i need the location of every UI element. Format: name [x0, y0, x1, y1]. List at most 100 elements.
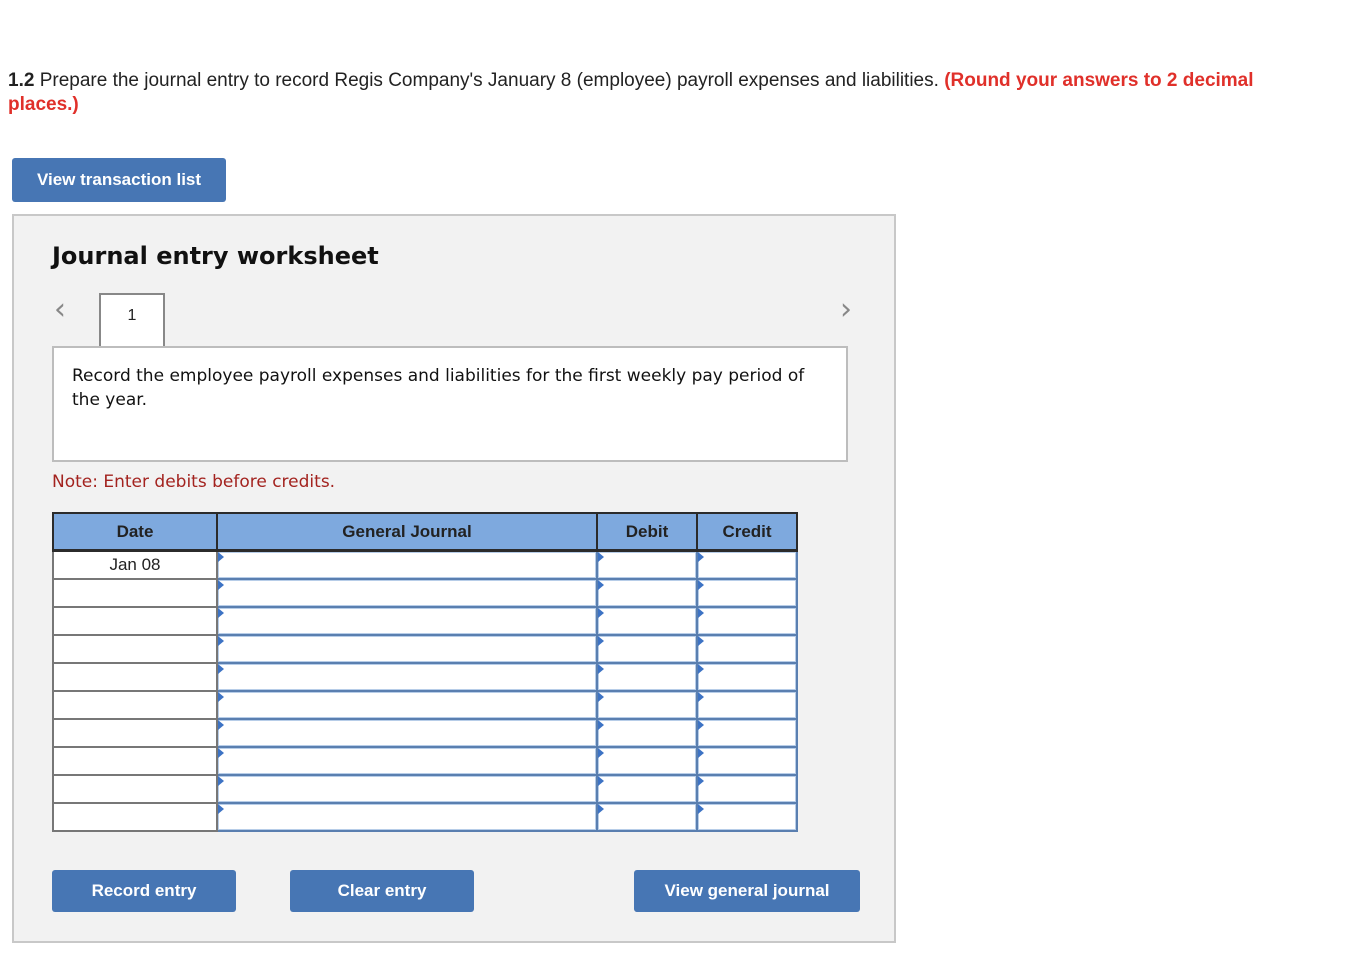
debit-input[interactable]	[598, 776, 696, 802]
table-row	[52, 662, 798, 692]
debit-input[interactable]	[598, 692, 696, 718]
credit-input[interactable]	[698, 664, 796, 690]
debit-input[interactable]	[598, 664, 696, 690]
credit-input[interactable]	[698, 804, 796, 830]
date-cell	[52, 634, 218, 664]
debit-input[interactable]	[598, 804, 696, 830]
credit-input[interactable]	[698, 636, 796, 662]
credit-input[interactable]	[698, 692, 796, 718]
chevron-right-icon[interactable]: ›	[840, 292, 852, 327]
date-cell	[52, 718, 218, 748]
account-cell	[216, 578, 598, 608]
tab-entry-1[interactable]: 1	[99, 293, 165, 348]
credit-cell	[696, 690, 798, 720]
credit-cell	[696, 578, 798, 608]
general-journal-table: Date General Journal Debit Credit Jan 08	[52, 512, 798, 832]
date-cell	[52, 578, 218, 608]
credit-input[interactable]	[698, 748, 796, 774]
debit-cell	[596, 746, 698, 776]
debit-input[interactable]	[598, 748, 696, 774]
table-row	[52, 746, 798, 776]
account-input[interactable]	[218, 608, 596, 634]
account-input[interactable]	[218, 552, 596, 578]
clear-entry-button[interactable]: Clear entry	[290, 870, 474, 912]
header-debit: Debit	[596, 512, 698, 552]
journal-entry-worksheet-panel: Journal entry worksheet ‹ 1 › Record the…	[12, 214, 896, 943]
table-row	[52, 606, 798, 636]
table-header-row: Date General Journal Debit Credit	[52, 512, 798, 552]
worksheet-title: Journal entry worksheet	[52, 242, 379, 270]
credit-input[interactable]	[698, 720, 796, 746]
debit-cell	[596, 718, 698, 748]
debit-cell	[596, 690, 698, 720]
entry-description: Record the employee payroll expenses and…	[52, 346, 848, 462]
table-row: Jan 08	[52, 549, 798, 580]
question-text: 1.2 Prepare the journal entry to record …	[8, 69, 1258, 117]
credit-cell	[696, 718, 798, 748]
debit-cell	[596, 662, 698, 692]
debit-input[interactable]	[598, 608, 696, 634]
debit-cell	[596, 774, 698, 804]
credit-input[interactable]	[698, 776, 796, 802]
date-cell	[52, 662, 218, 692]
account-input[interactable]	[218, 692, 596, 718]
credit-input[interactable]	[698, 580, 796, 606]
account-input[interactable]	[218, 804, 596, 830]
account-cell	[216, 662, 598, 692]
header-date: Date	[52, 512, 218, 552]
account-cell	[216, 774, 598, 804]
debit-input[interactable]	[598, 552, 696, 578]
debit-input[interactable]	[598, 636, 696, 662]
date-cell	[52, 802, 218, 832]
account-input[interactable]	[218, 720, 596, 746]
credit-cell	[696, 774, 798, 804]
header-general-journal: General Journal	[216, 512, 598, 552]
date-cell: Jan 08	[52, 549, 218, 580]
view-transaction-list-button[interactable]: View transaction list	[12, 158, 226, 202]
debit-cell	[596, 634, 698, 664]
table-row	[52, 802, 798, 832]
account-input[interactable]	[218, 776, 596, 802]
credit-cell	[696, 606, 798, 636]
credit-input[interactable]	[698, 608, 796, 634]
credit-cell	[696, 746, 798, 776]
debit-cell	[596, 578, 698, 608]
account-input[interactable]	[218, 580, 596, 606]
credit-cell	[696, 549, 798, 580]
debit-cell	[596, 802, 698, 832]
entry-note: Note: Enter debits before credits.	[52, 472, 336, 492]
account-cell	[216, 549, 598, 580]
question-number: 1.2	[8, 70, 35, 91]
account-input[interactable]	[218, 748, 596, 774]
view-general-journal-button[interactable]: View general journal	[634, 870, 860, 912]
date-cell	[52, 690, 218, 720]
account-cell	[216, 718, 598, 748]
account-cell	[216, 634, 598, 664]
debit-cell	[596, 606, 698, 636]
table-row	[52, 690, 798, 720]
credit-cell	[696, 802, 798, 832]
account-cell	[216, 746, 598, 776]
table-row	[52, 718, 798, 748]
account-cell	[216, 690, 598, 720]
question-body: Prepare the journal entry to record Regi…	[34, 70, 945, 91]
table-row	[52, 634, 798, 664]
account-input[interactable]	[218, 664, 596, 690]
account-cell	[216, 802, 598, 832]
account-input[interactable]	[218, 636, 596, 662]
debit-cell	[596, 549, 698, 580]
date-cell	[52, 774, 218, 804]
date-cell	[52, 746, 218, 776]
header-credit: Credit	[696, 512, 798, 552]
account-cell	[216, 606, 598, 636]
table-row	[52, 774, 798, 804]
credit-cell	[696, 634, 798, 664]
chevron-left-icon[interactable]: ‹	[54, 292, 66, 327]
debit-input[interactable]	[598, 580, 696, 606]
credit-cell	[696, 662, 798, 692]
record-entry-button[interactable]: Record entry	[52, 870, 236, 912]
debit-input[interactable]	[598, 720, 696, 746]
credit-input[interactable]	[698, 552, 796, 578]
date-cell	[52, 606, 218, 636]
table-row	[52, 578, 798, 608]
